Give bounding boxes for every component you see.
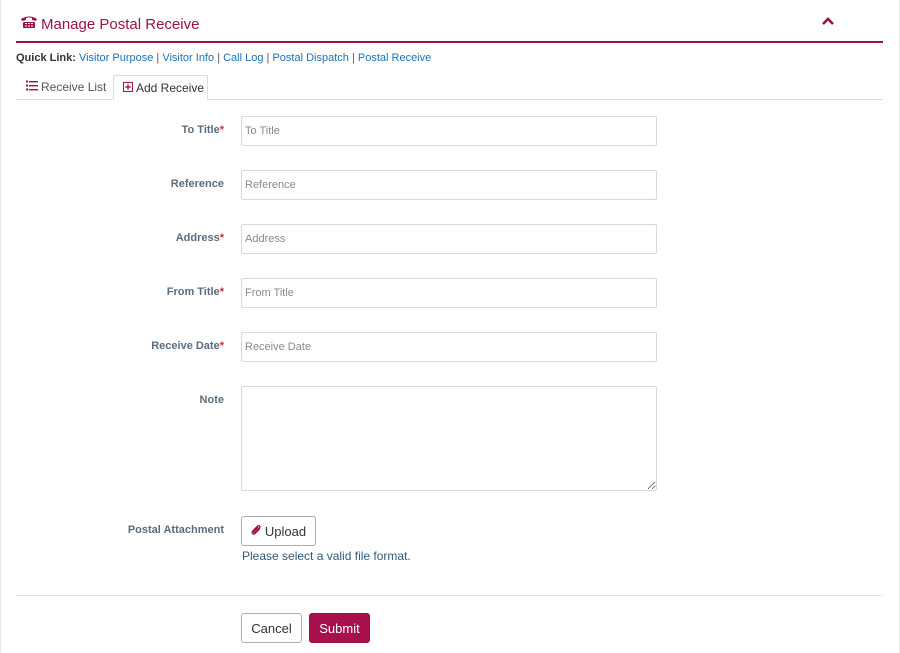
plus-square-icon [123, 81, 136, 95]
upload-label: Upload [264, 523, 307, 539]
link-postal-dispatch[interactable]: Postal Dispatch [272, 52, 348, 64]
from-title-label: From Title* [166, 286, 224, 298]
reference-input[interactable] [241, 170, 657, 200]
link-visitor-info[interactable]: Visitor Info [162, 52, 214, 64]
quick-links-label: Quick Link: [16, 52, 76, 64]
postal-attachment-label: Postal Attachment [127, 524, 224, 536]
file-format-help: Please select a valid file format. [242, 549, 411, 563]
from-title-input[interactable] [241, 278, 657, 308]
submit-button[interactable]: Submit [309, 613, 370, 643]
note-label: Note [199, 394, 224, 406]
tab-receive-list[interactable]: Receive List [16, 75, 112, 99]
quick-links: Quick Link: Visitor Purpose | Visitor In… [16, 52, 432, 64]
address-input[interactable] [241, 224, 657, 254]
to-title-label: To Title* [181, 124, 224, 136]
tab-bar: Receive List Add Receive [16, 75, 883, 100]
reference-label: Reference [170, 178, 224, 190]
chevron-up-icon[interactable] [821, 14, 835, 26]
to-title-input[interactable] [241, 116, 657, 146]
link-call-log[interactable]: Call Log [223, 52, 263, 64]
link-visitor-purpose[interactable]: Visitor Purpose [79, 52, 153, 64]
tab-label: Add Receive [136, 80, 205, 95]
note-textarea[interactable] [241, 386, 657, 491]
paperclip-icon [251, 524, 265, 539]
link-postal-receive[interactable]: Postal Receive [358, 52, 431, 64]
tab-label: Receive List [41, 80, 107, 94]
page-title: Manage Postal Receive [41, 16, 200, 33]
list-icon [26, 80, 41, 94]
upload-button[interactable]: Upload [241, 516, 316, 546]
panel-header: Manage Postal Receive [16, 0, 883, 43]
phone-icon [20, 15, 38, 29]
tab-add-receive[interactable]: Add Receive [113, 75, 208, 100]
receive-date-input[interactable] [241, 332, 657, 362]
cancel-button[interactable]: Cancel [241, 613, 302, 643]
form-divider [16, 595, 883, 596]
receive-date-label: Receive Date* [151, 340, 224, 352]
address-label: Address* [175, 232, 224, 244]
